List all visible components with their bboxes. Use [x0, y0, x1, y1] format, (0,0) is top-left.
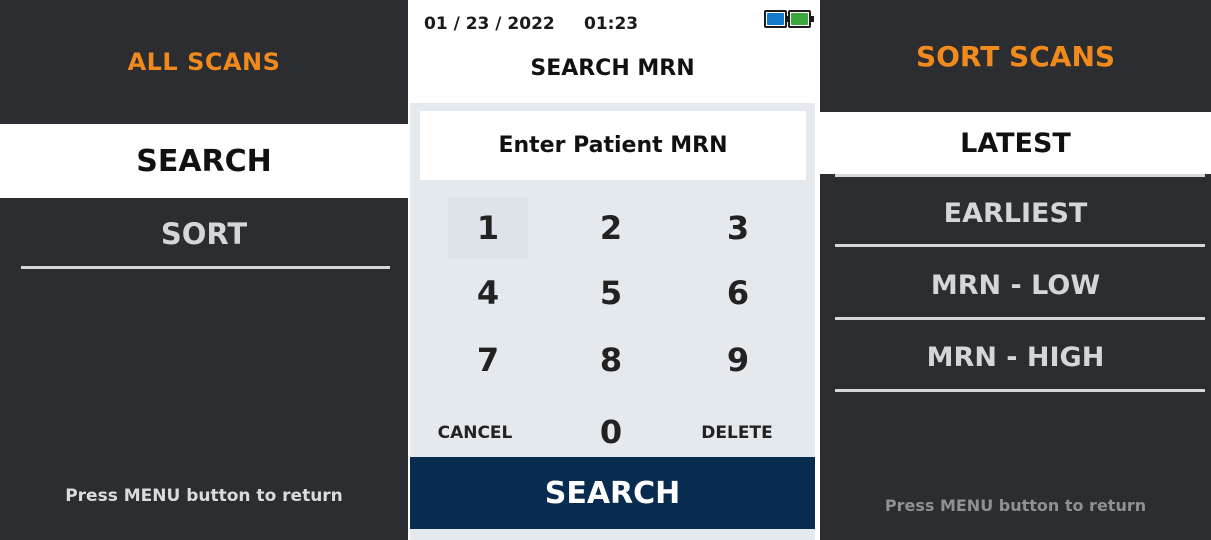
mrn-input[interactable]: Enter Patient MRN: [420, 111, 806, 180]
status-time: 01:23: [584, 14, 639, 34]
battery-2-icon: [788, 10, 814, 28]
battery-1-icon: [764, 10, 790, 28]
key-1[interactable]: 1: [448, 198, 528, 258]
option-divider: [835, 244, 1205, 247]
sort-option-latest[interactable]: LATEST: [820, 112, 1211, 174]
sort-option-mrn-low[interactable]: MRN - LOW: [820, 254, 1211, 316]
key-6[interactable]: 6: [698, 263, 778, 323]
all-scans-screen: ALL SCANS SEARCH SORT Press MENU button …: [0, 0, 408, 540]
status-bar: 01 / 23 / 2022 01:23 SEARCH MRN: [410, 0, 815, 103]
key-3[interactable]: 3: [698, 198, 778, 258]
page-title: SEARCH MRN: [530, 56, 695, 81]
sort-option-mrn-high[interactable]: MRN - HIGH: [820, 326, 1211, 388]
sort-option-earliest[interactable]: EARLIEST: [820, 182, 1211, 244]
search-mrn-screen: 01 / 23 / 2022 01:23 SEARCH MRN Enter Pa…: [408, 0, 819, 540]
return-hint: Press MENU button to return: [884, 496, 1147, 515]
sort-scans-title: SORT SCANS: [915, 39, 1116, 73]
key-8[interactable]: 8: [571, 330, 651, 390]
search-button[interactable]: SEARCH: [410, 457, 815, 529]
status-date: 01 / 23 / 2022: [424, 14, 555, 34]
menu-item-search[interactable]: SEARCH: [0, 124, 408, 198]
key-4[interactable]: 4: [448, 263, 528, 323]
key-9[interactable]: 9: [698, 330, 778, 390]
device-screen: 01 / 23 / 2022 01:23 SEARCH MRN Enter Pa…: [410, 0, 815, 540]
sort-scans-screen: SORT SCANS LATEST EARLIEST MRN - LOW MRN…: [820, 0, 1211, 540]
option-divider: [835, 174, 1205, 177]
menu-item-sort[interactable]: SORT: [0, 210, 408, 258]
return-hint: Press MENU button to return: [65, 486, 343, 506]
delete-button[interactable]: DELETE: [682, 415, 792, 451]
cancel-button[interactable]: CANCEL: [420, 415, 530, 451]
key-5[interactable]: 5: [571, 263, 651, 323]
option-divider: [835, 389, 1205, 392]
all-scans-title: ALL SCANS: [127, 48, 281, 76]
key-7[interactable]: 7: [448, 330, 528, 390]
menu-divider: [21, 266, 390, 269]
key-2[interactable]: 2: [571, 198, 651, 258]
option-divider: [835, 317, 1205, 320]
key-0[interactable]: 0: [571, 402, 651, 462]
